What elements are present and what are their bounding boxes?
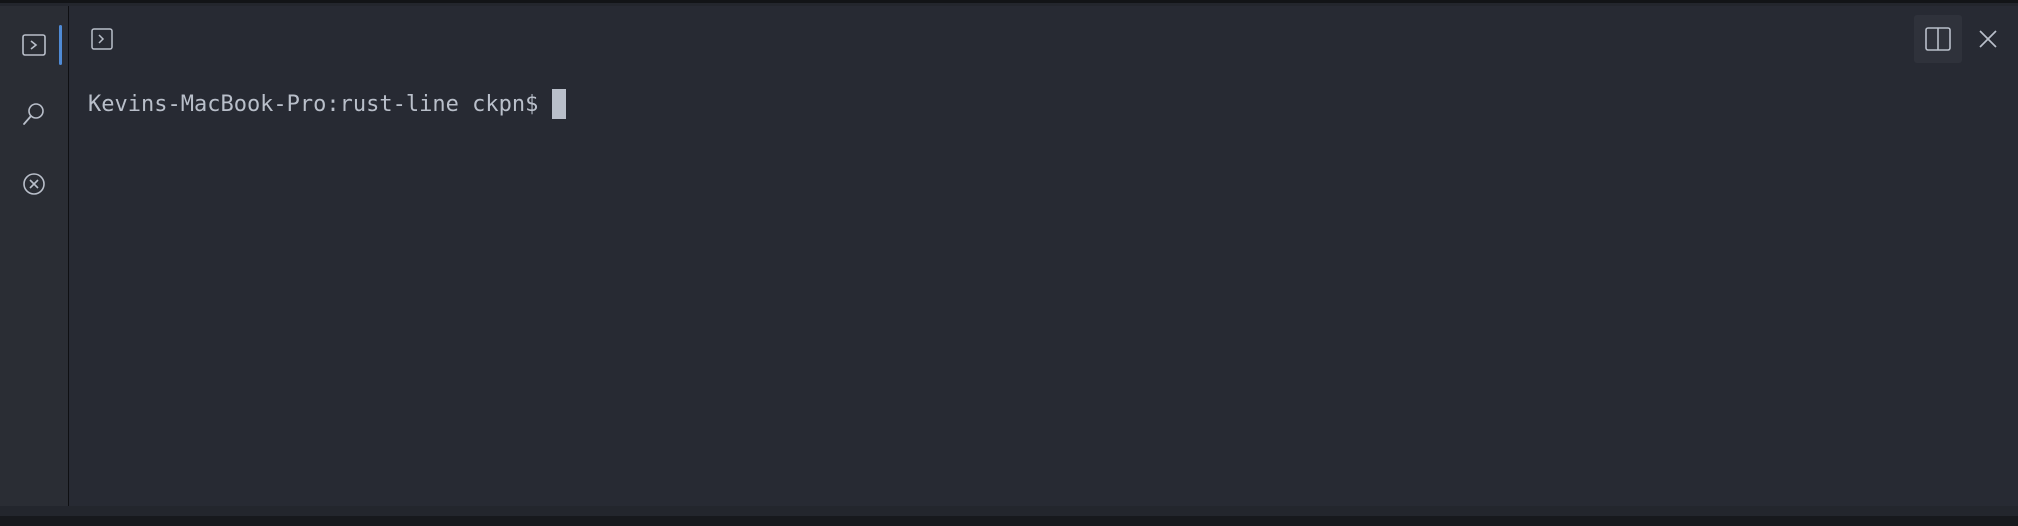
search-icon [20,100,48,128]
panel-header [69,6,2018,66]
split-pane-button[interactable] [1914,15,1962,63]
terminal-icon [21,32,47,58]
split-pane-icon [1924,26,1952,52]
terminal-prompt: Kevins-MacBook-Pro:rust-line ckpn$ [88,91,539,117]
terminal-prompt-line[interactable]: Kevins-MacBook-Pro:rust-line ckpn$ [88,89,567,119]
terminal-cursor [552,89,567,119]
terminal-panel: Kevins-MacBook-Pro:rust-line ckpn$ [69,6,2018,506]
terminal-tab-icon [90,27,114,51]
activity-problems[interactable] [0,154,68,214]
terminal-window: Kevins-MacBook-Pro:rust-line ckpn$ [0,0,2018,526]
activity-search[interactable] [0,84,68,144]
activity-terminal[interactable] [0,15,68,75]
close-circle-icon [21,171,47,197]
close-panel-button[interactable] [1964,15,2012,63]
activity-bar [0,6,69,506]
terminal-tab[interactable] [87,24,117,54]
close-icon [1977,28,1999,50]
